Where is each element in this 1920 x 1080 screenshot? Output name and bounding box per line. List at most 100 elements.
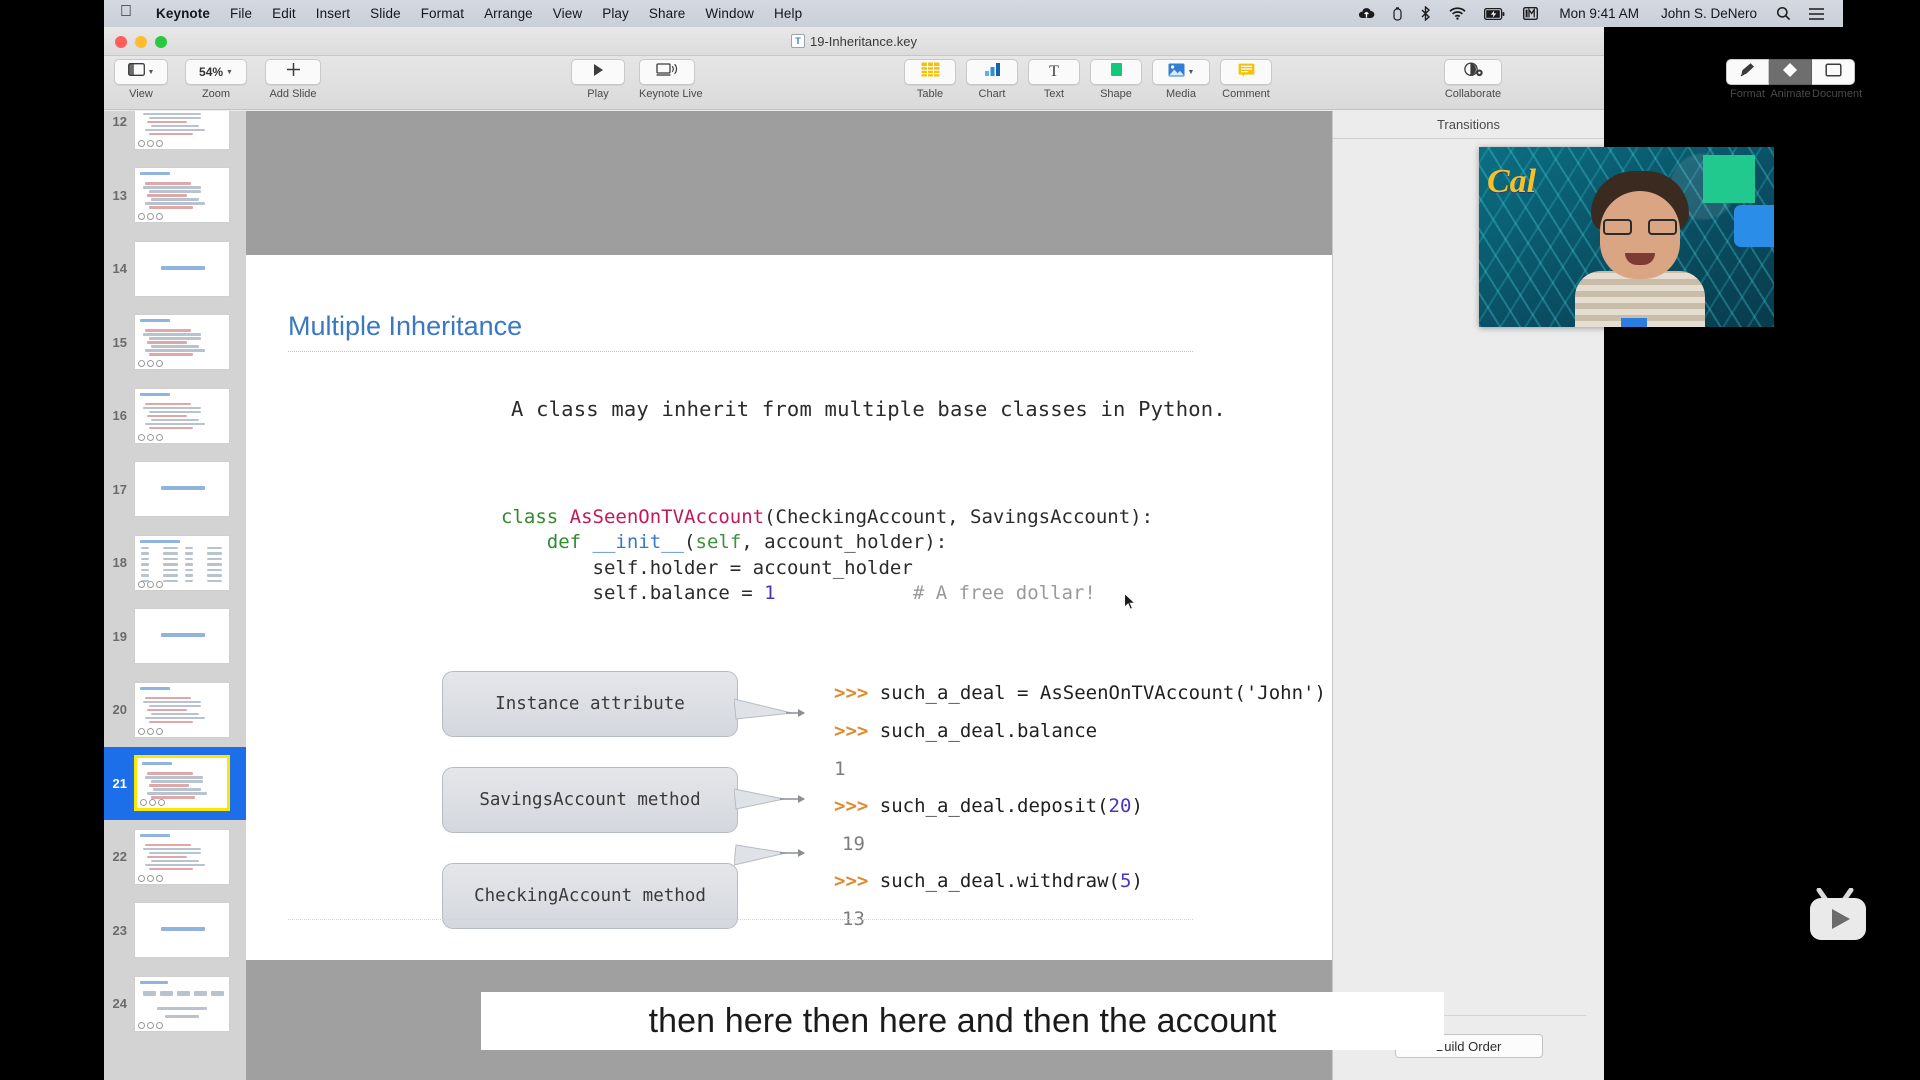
wifi-icon[interactable] [1440, 7, 1475, 20]
slide-thumbnail-preview[interactable] [134, 461, 230, 517]
slide-thumbnail-14[interactable]: 14 [104, 232, 246, 306]
slide-thumbnail-preview[interactable] [134, 829, 230, 885]
build-bullets-icon [138, 875, 163, 882]
maximize-button[interactable] [155, 36, 167, 48]
toolbar-collaborate[interactable]: Collaborate [1444, 59, 1502, 100]
slide-thumbnail-21[interactable]: 21 [104, 747, 246, 821]
control-center-icon[interactable] [1800, 8, 1833, 20]
menu-item-arrange[interactable]: Arrange [474, 6, 543, 21]
menu-item-insert[interactable]: Insert [306, 6, 360, 21]
callout-savingsaccount-method[interactable]: SavingsAccount method [442, 767, 738, 833]
build-bullets-icon [140, 799, 165, 806]
toolbar-zoom[interactable]: 54% ▼ Zoom [185, 59, 247, 100]
slide-navigator[interactable]: 12 131415161718 19 202122 23 24 [104, 111, 246, 1080]
toolbar-media[interactable]: ▼ Media [1152, 59, 1210, 100]
toolbar-chart[interactable]: Chart [966, 59, 1018, 100]
presenter-figure [1575, 171, 1705, 327]
slide-thumbnail-preview[interactable] [134, 388, 230, 444]
repl-line-3: >>> such_a_deal.deposit(20) [834, 795, 1143, 817]
callout-tail-3 [734, 843, 806, 867]
menu-item-keynote[interactable]: Keynote [146, 6, 220, 21]
slide-thumbnail-preview[interactable] [134, 976, 230, 1032]
slide-thumbnail-preview[interactable] [134, 755, 230, 811]
tv-play-icon[interactable] [1806, 888, 1876, 950]
toolbar-add-slide[interactable]: Add Slide [265, 59, 321, 100]
toolbar-chart-label: Chart [966, 88, 1018, 100]
menu-item-slide[interactable]: Slide [360, 6, 411, 21]
slide-thumbnail-preview[interactable] [134, 902, 230, 958]
toolbar-animate-label: Animate [1769, 88, 1812, 100]
slide-thumbnail-22[interactable]: 22 [104, 820, 246, 894]
cloud-upload-icon[interactable] [1349, 7, 1384, 20]
battery-charging-icon[interactable] [1475, 8, 1514, 20]
menu-item-format[interactable]: Format [411, 6, 474, 21]
slide-thumbnail-preview[interactable] [134, 241, 230, 297]
macos-menu-bar:  Keynote File Edit Insert Slide Format … [104, 0, 1843, 27]
slide-thumbnail-preview[interactable] [134, 167, 230, 223]
slide-thumbnail-12[interactable]: 12 [104, 111, 246, 159]
slide-thumbnail-preview[interactable] [134, 608, 230, 664]
search-icon[interactable] [1767, 6, 1800, 21]
slide-thumbnail-preview[interactable] [134, 535, 230, 591]
screen-broadcast-icon [656, 62, 678, 82]
toolbar-table[interactable]: Table [904, 59, 956, 100]
menu-item-help[interactable]: Help [764, 6, 812, 21]
toolbar-keynote-live-label: Keynote Live [639, 88, 703, 100]
battery-vertical-icon[interactable] [1384, 7, 1411, 21]
menu-item-share[interactable]: Share [639, 6, 696, 21]
repl-output-1: 1 [834, 758, 845, 780]
slide-thumbnail-number: 19 [104, 629, 134, 644]
toolbar-format-button[interactable] [1726, 59, 1769, 85]
repl-line-1: >>> such_a_deal = AsSeenOnTVAccount('Joh… [834, 682, 1326, 704]
toolbar-document-button[interactable] [1812, 59, 1855, 85]
display-icon[interactable] [1514, 7, 1547, 20]
toolbar-animate-button[interactable] [1769, 59, 1812, 85]
menu-item-window[interactable]: Window [695, 6, 764, 21]
callout-instance-attribute[interactable]: Instance attribute [442, 671, 738, 737]
menu-clock[interactable]: Mon 9:41 AM [1547, 6, 1651, 21]
toolbar-keynote-live[interactable]: Keynote Live [639, 59, 703, 100]
toolbar-play[interactable]: Play [571, 59, 625, 100]
callout-tail-1 [734, 697, 806, 721]
apple-icon[interactable]:  [120, 4, 132, 20]
slide-thumbnail-24[interactable]: 24 [104, 967, 246, 1041]
slide-thumbnail-19[interactable]: 19 [104, 600, 246, 674]
callout-label: SavingsAccount method [479, 790, 700, 810]
diamond-icon [1781, 62, 1799, 83]
menu-user-name[interactable]: John S. DeNero [1651, 6, 1767, 21]
document-title[interactable]: 19-Inheritance.key [810, 34, 917, 49]
chevron-down-icon: ▼ [148, 69, 155, 76]
slide-thumbnail-number: 12 [104, 114, 134, 129]
menu-item-edit[interactable]: Edit [262, 6, 306, 21]
slide-thumbnail-20[interactable]: 20 [104, 673, 246, 747]
slide-thumbnail-preview[interactable] [134, 111, 230, 150]
chevron-down-icon: ▼ [1188, 69, 1195, 76]
toolbar-comment[interactable]: Comment [1220, 59, 1272, 100]
slide-thumbnail-preview[interactable] [134, 314, 230, 370]
menu-item-play[interactable]: Play [592, 6, 639, 21]
inspector-tab-transitions[interactable]: Transitions [1333, 111, 1604, 139]
toolbar-view[interactable]: ▼ View [114, 59, 168, 100]
slide-thumbnail-preview[interactable] [134, 682, 230, 738]
slide-thumbnail-13[interactable]: 13 [104, 159, 246, 233]
toolbar-shape-label: Shape [1090, 88, 1142, 100]
slide-thumbnail-15[interactable]: 15 [104, 306, 246, 380]
window-traffic-lights [115, 36, 167, 48]
slide-thumbnail-number: 23 [104, 923, 134, 938]
toolbar-shape[interactable]: Shape [1090, 59, 1142, 100]
callout-label: CheckingAccount method [474, 886, 706, 906]
close-button[interactable] [115, 36, 127, 48]
slide-thumbnail-16[interactable]: 16 [104, 379, 246, 453]
toolbar-text[interactable]: T Text [1028, 59, 1080, 100]
slide-thumbnail-18[interactable]: 18 [104, 526, 246, 600]
repl-line-2: >>> such_a_deal.balance [834, 720, 1097, 742]
current-slide[interactable]: Multiple Inheritance A class may inherit… [246, 255, 1496, 960]
slide-thumbnail-17[interactable]: 17 [104, 453, 246, 527]
document-title-group: T 19-Inheritance.key [791, 34, 917, 49]
bluetooth-icon[interactable] [1411, 6, 1440, 21]
menu-item-view[interactable]: View [543, 6, 592, 21]
slide-thumbnail-23[interactable]: 23 [104, 894, 246, 968]
minimize-button[interactable] [135, 36, 147, 48]
menu-item-file[interactable]: File [220, 6, 262, 21]
keynote-window: T 19-Inheritance.key ▼ View 54% ▼ [104, 27, 1604, 1080]
